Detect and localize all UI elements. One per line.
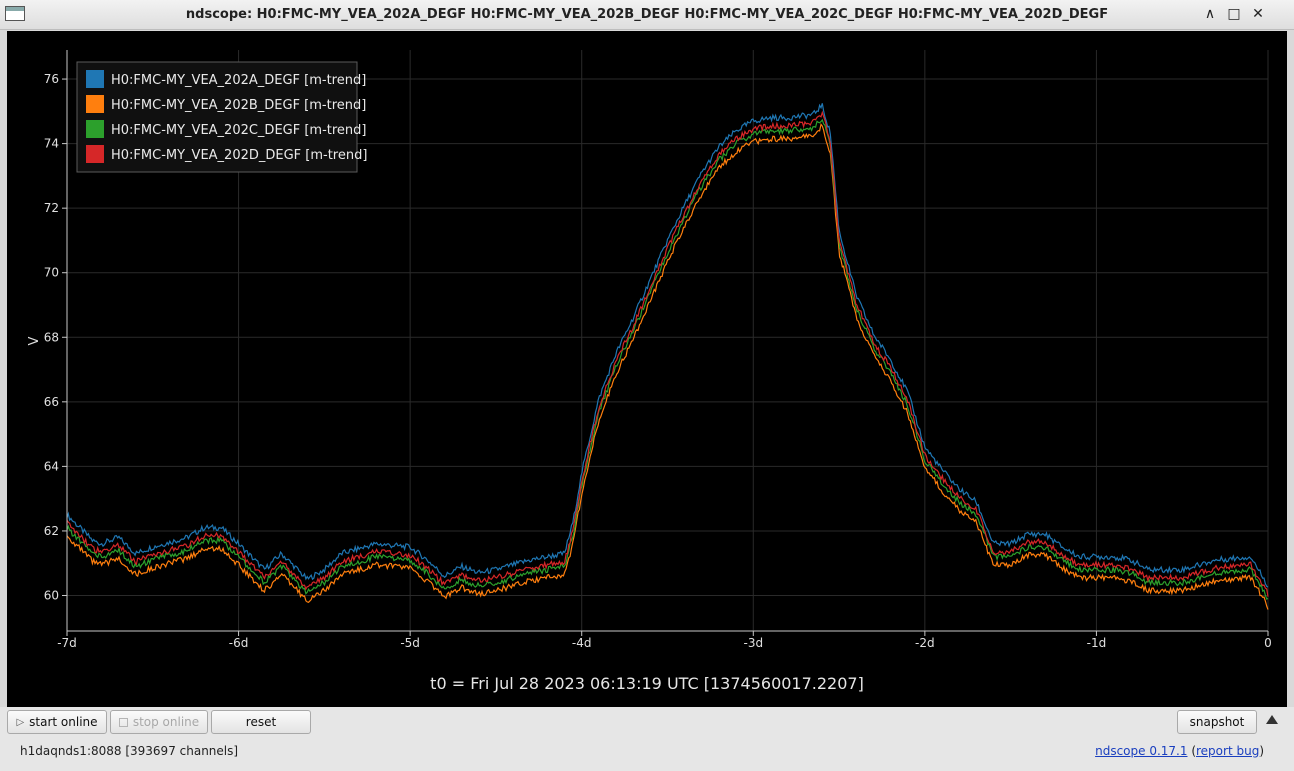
y-tick-label: 70: [44, 266, 59, 280]
legend-swatch[interactable]: [86, 70, 104, 88]
version-info: ndscope 0.17.1 (report bug): [1095, 744, 1264, 758]
x-tick-label: -2d: [915, 636, 935, 650]
x-tick-label: -4d: [572, 636, 592, 650]
y-tick-label: 74: [44, 137, 59, 151]
close-icon[interactable]: ✕: [1249, 5, 1267, 23]
server-status: h1daqnds1:8088 [393697 channels]: [20, 744, 239, 758]
stop-icon: [118, 717, 128, 727]
chart-legend[interactable]: H0:FMC-MY_VEA_202A_DEGF [m-trend] H0:FMC-…: [76, 61, 367, 173]
y-tick-label: 64: [44, 459, 59, 473]
status-bar: h1daqnds1:8088 [393697 channels] ndscope…: [0, 737, 1294, 771]
version-link[interactable]: ndscope 0.17.1: [1095, 744, 1187, 758]
window-titlebar[interactable]: ndscope: H0:FMC-MY_VEA_202A_DEGF H0:FMC-…: [0, 0, 1294, 30]
x-tick-label: -1d: [1087, 636, 1107, 650]
legend-swatch[interactable]: [86, 95, 104, 113]
y-tick-label: 60: [44, 588, 59, 602]
t0-label: t0 = Fri Jul 28 2023 06:13:19 UTC [13745…: [430, 674, 864, 693]
x-tick-label: -5d: [400, 636, 420, 650]
minimize-icon[interactable]: ∧: [1201, 5, 1219, 23]
legend-swatch[interactable]: [86, 145, 104, 163]
y-tick-label: 72: [44, 201, 59, 215]
y-tick-label: 76: [44, 72, 59, 86]
expand-triangle-icon[interactable]: [1266, 715, 1278, 724]
start-online-button[interactable]: ▷ start online: [7, 710, 107, 734]
button-bar: ▷ start online stop online reset snapsho…: [0, 707, 1294, 737]
plot-area[interactable]: -7d -6d -5d -4d -3d -2d -1d 0 60 62 64 66 68 70 72 74 7…: [7, 31, 1287, 707]
stop-online-label: stop online: [132, 715, 200, 729]
y-tick-label: 66: [44, 395, 59, 409]
y-tick-label: 68: [44, 330, 59, 344]
x-tick-label: 0: [1264, 636, 1272, 650]
legend-label[interactable]: H0:FMC-MY_VEA_202C_DEGF [m-trend]: [111, 123, 367, 138]
x-tick-label: -3d: [743, 636, 763, 650]
x-tick-label: -7d: [57, 636, 77, 650]
x-tick-label: -6d: [229, 636, 249, 650]
play-icon: ▷: [16, 716, 25, 728]
report-bug-open: (: [1187, 744, 1196, 758]
maximize-icon[interactable]: □: [1225, 5, 1243, 23]
legend-label[interactable]: H0:FMC-MY_VEA_202B_DEGF [m-trend]: [111, 98, 366, 113]
legend-label[interactable]: H0:FMC-MY_VEA_202D_DEGF [m-trend]: [111, 148, 367, 163]
report-bug-link[interactable]: report bug: [1196, 744, 1259, 758]
snapshot-button[interactable]: snapshot: [1177, 710, 1257, 734]
y-axis-label: V: [27, 336, 42, 345]
legend-label[interactable]: H0:FMC-MY_VEA_202A_DEGF [m-trend]: [111, 73, 366, 88]
reset-button[interactable]: reset: [211, 710, 311, 734]
legend-swatch[interactable]: [86, 120, 104, 138]
stop-online-button[interactable]: stop online: [110, 710, 208, 734]
trend-chart[interactable]: -7d -6d -5d -4d -3d -2d -1d 0 60 62 64 66 68 70 72 74 7…: [7, 31, 1287, 707]
y-tick-label: 62: [44, 524, 59, 538]
window-title: ndscope: H0:FMC-MY_VEA_202A_DEGF H0:FMC-…: [185, 7, 1109, 22]
report-bug-close: ): [1259, 744, 1264, 758]
start-online-label: start online: [29, 715, 98, 729]
